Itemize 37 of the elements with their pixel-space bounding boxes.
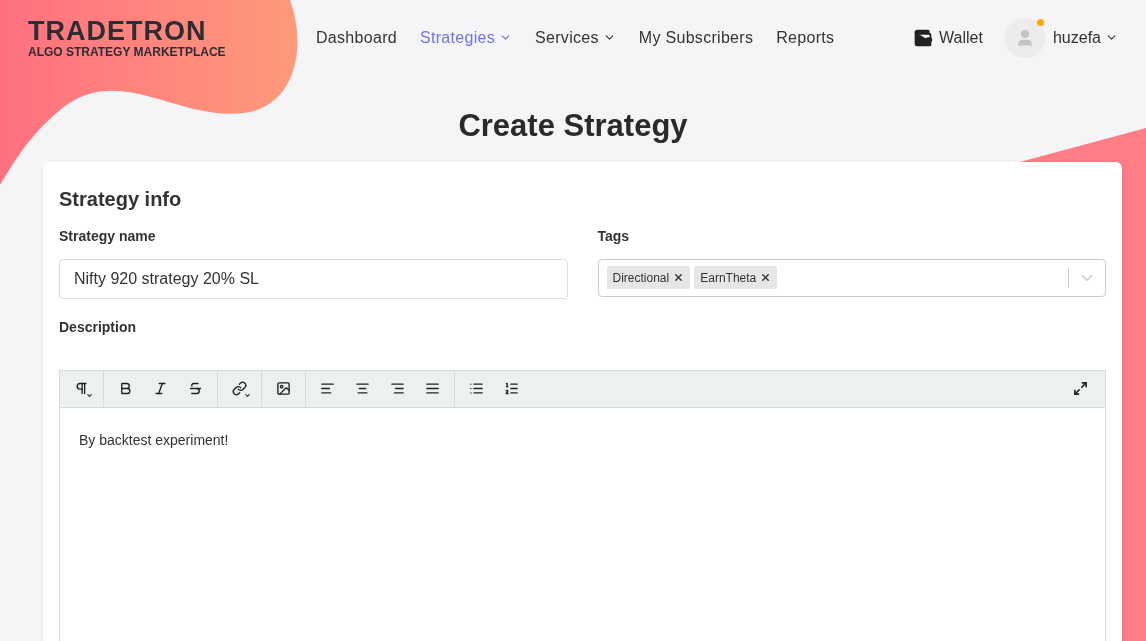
link-icon [232,381,247,396]
caret-icon [244,391,251,399]
paragraph-icon [74,381,89,396]
field-label: Tags [597,226,631,246]
bold-icon [118,381,133,396]
align-center-icon [355,381,370,396]
numbered-list-icon [504,381,519,396]
user-menu[interactable]: huzefa [1052,25,1118,50]
bullet-list-icon [469,381,484,396]
nav-link[interactable]: Dashboard [316,25,397,50]
card-title: Strategy info [59,186,183,212]
italic-icon [153,381,168,396]
remove-icon[interactable] [673,272,685,283]
field-label: Strategy name [59,226,157,246]
nav-link[interactable]: My Subscribers [638,25,754,50]
align-right-icon [390,381,405,396]
logo-tagline: ALGO STRATEGY MARKETPLACE [28,44,227,59]
fullscreen-icon [1072,381,1088,396]
logo-name[interactable]: TRADETRON [28,16,316,45]
nav-link[interactable]: Strategies [420,25,513,50]
tags-select[interactable]: Directional EarnTheta [597,258,1106,297]
field-label: Description [59,317,137,337]
nav-link[interactable]: Reports [776,25,835,50]
align-justify-icon [425,381,440,396]
remove-icon[interactable] [760,272,772,283]
page-title: Create Strategy [457,107,689,145]
wallet-link[interactable]: Wallet [913,25,983,50]
nav-link[interactable]: Services [535,25,616,50]
strikethrough-icon [188,381,203,396]
tag-label: Directional [611,269,671,287]
align-left-icon [320,381,335,396]
image-icon [276,381,291,396]
tag-label: EarnTheta [699,269,758,287]
wallet-icon [913,27,934,48]
description-text[interactable]: By backtest experiment! [60,407,1105,451]
caret-icon [86,391,93,399]
strategy-name-input[interactable]: Nifty 920 strategy 20% SL [59,258,568,299]
